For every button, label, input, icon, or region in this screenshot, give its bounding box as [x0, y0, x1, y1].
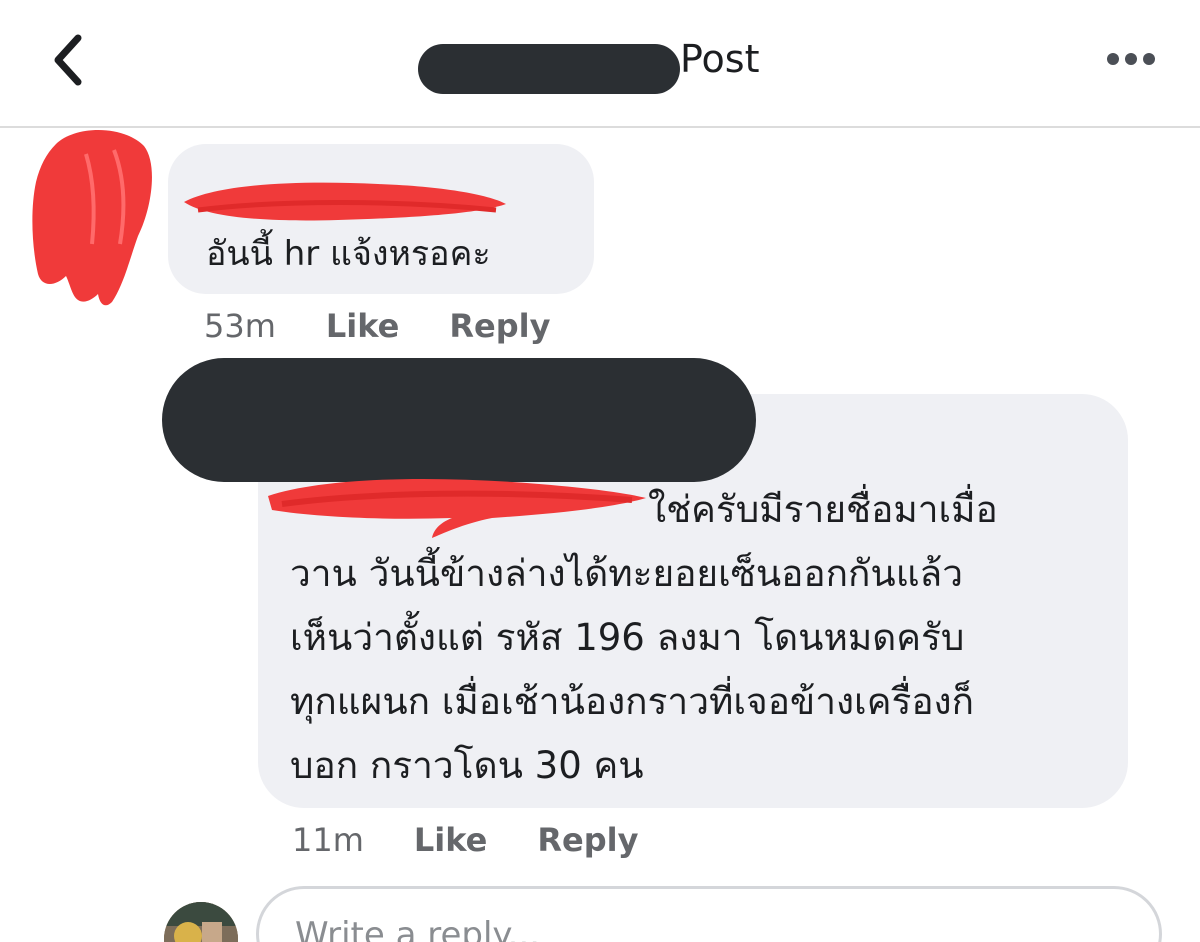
comment-timestamp: 11m: [292, 821, 364, 859]
like-button[interactable]: Like: [326, 307, 399, 345]
reply-line: ใช่ครับมีรายชื่อมาเมื่อ: [648, 488, 998, 531]
reply-line: ทุกแผนก เมื่อเช้าน้องกราวที่เจอข้างเครื่…: [290, 680, 975, 723]
reply-line: เห็นว่าตั้งแต่ รหัส 196 ลงมา โดนหมดครับ: [290, 616, 965, 659]
reply-line: วาน วันนี้ข้างล่างได้ทะยอยเซ็นออกกันแล้ว: [290, 552, 963, 595]
redacted-page-name: [418, 44, 680, 94]
header-title-area: Post: [418, 36, 798, 96]
more-horizontal-icon: [1107, 53, 1155, 65]
post-comments-screen: Post อันนี้ hr แจ้งหรอคะ 53m Like Reply: [0, 0, 1200, 942]
comment-text: อันนี้ hr แจ้งหรอคะ: [206, 234, 491, 274]
back-button[interactable]: [44, 30, 94, 90]
comment-bubble: อันนี้ hr แจ้งหรอคะ: [168, 144, 594, 294]
header-divider: [0, 126, 1200, 128]
current-user-avatar: [164, 902, 238, 942]
like-button[interactable]: Like: [414, 821, 487, 859]
reply-comment-text: ใช่ครับมีรายชื่อมาเมื่อ วาน วันนี้ข้างล่…: [290, 478, 1110, 798]
reply-button[interactable]: Reply: [449, 307, 550, 345]
more-options-button[interactable]: [1098, 42, 1164, 76]
chevron-left-icon: [54, 34, 82, 86]
reply-placeholder: Write a reply...: [295, 915, 541, 942]
top-bar: Post: [0, 0, 1200, 128]
reply-button[interactable]: Reply: [537, 821, 638, 859]
comment-timestamp: 53m: [204, 307, 276, 345]
reply-input[interactable]: Write a reply...: [256, 886, 1162, 942]
redacted-avatar: [26, 124, 158, 308]
reply-line: บอก กราวโดน 30 คน: [290, 744, 644, 787]
page-title: Post: [680, 37, 760, 81]
redacted-reply-author: [162, 358, 756, 482]
redacted-commenter-name: [184, 182, 506, 221]
reply-comment-actions: 11m Like Reply: [292, 818, 638, 862]
comment-actions: 53m Like Reply: [204, 304, 550, 348]
